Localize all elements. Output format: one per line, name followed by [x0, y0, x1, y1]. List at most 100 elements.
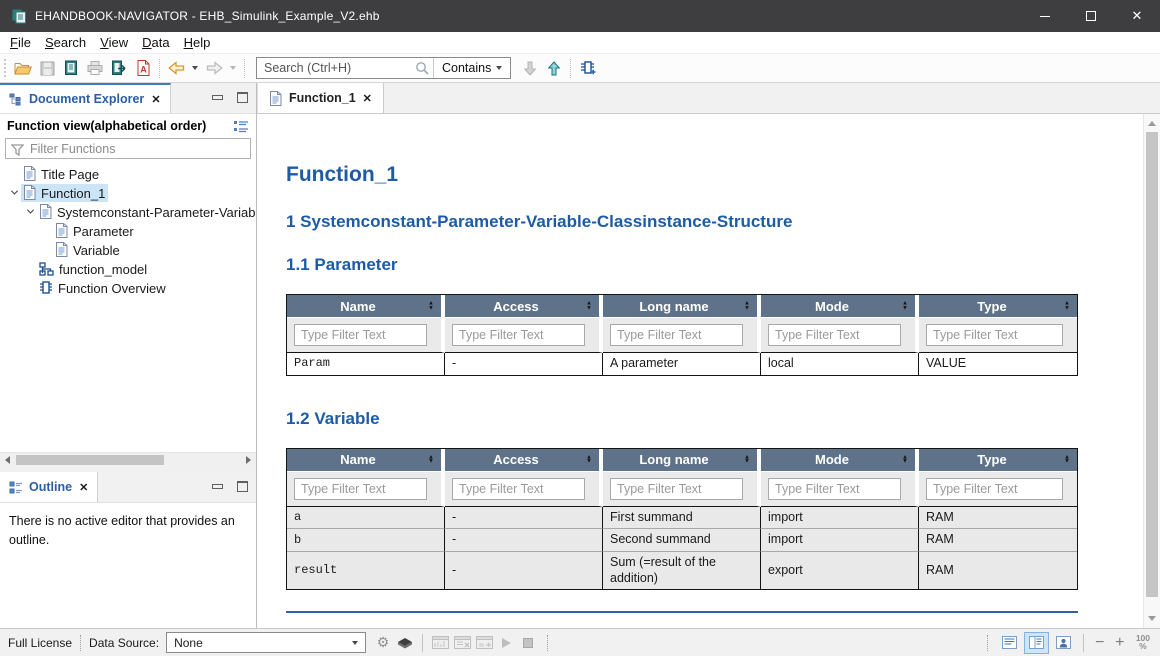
scroll-up-icon[interactable]	[1144, 116, 1160, 131]
zoom-reset-button[interactable]: 100 %	[1136, 635, 1150, 650]
calibration-window-button[interactable]	[451, 632, 473, 654]
column-header-access[interactable]: Access▲▼	[445, 295, 603, 318]
tree-item-systemconstant-parameter-variable-classi[interactable]: Systemconstant-Parameter-Variable-Classi…	[0, 202, 256, 221]
maximize-button[interactable]	[1068, 0, 1114, 32]
tree-item-title-page[interactable]: Title Page	[0, 164, 256, 183]
experiment-window-button[interactable]	[473, 632, 495, 654]
sort-icon[interactable]: ▲▼	[586, 302, 592, 311]
filter-functions-input[interactable]	[5, 138, 251, 159]
scroll-down-icon[interactable]	[1144, 611, 1160, 626]
table-row[interactable]: a-First summandimportRAM	[287, 507, 1077, 530]
minimize-panel-button[interactable]	[212, 95, 223, 100]
scrollbar-thumb[interactable]	[1146, 132, 1158, 597]
tab-function-1[interactable]: Function_1 ✕	[257, 83, 384, 113]
function-navigator-button[interactable]	[575, 56, 599, 80]
search-previous-button[interactable]	[542, 56, 566, 80]
tab-document-explorer[interactable]: Document Explorer ✕	[0, 83, 171, 113]
expand-chevron-icon[interactable]	[8, 190, 21, 195]
column-header-name[interactable]: Name▲▼	[287, 449, 445, 472]
filter-input-name[interactable]	[294, 324, 427, 346]
column-header-type[interactable]: Type▲▼	[919, 449, 1077, 472]
save-button[interactable]	[35, 56, 59, 80]
scroll-right-icon[interactable]	[241, 453, 256, 467]
data-source-settings-button[interactable]: ⚙	[372, 632, 394, 654]
column-header-mode[interactable]: Mode▲▼	[761, 295, 919, 318]
menu-item-view[interactable]: View	[93, 33, 135, 52]
search-next-button[interactable]	[518, 56, 542, 80]
zoom-out-button[interactable]: −	[1090, 634, 1110, 652]
close-button[interactable]: ✕	[1114, 0, 1160, 32]
search-input[interactable]	[257, 59, 415, 77]
scrollbar-thumb[interactable]	[16, 455, 164, 465]
sort-icon[interactable]: ▲▼	[902, 302, 908, 311]
start-measurement-button[interactable]	[495, 632, 517, 654]
export-handbook-button[interactable]	[107, 56, 131, 80]
menu-item-search[interactable]: Search	[38, 33, 93, 52]
filter-input-name[interactable]	[294, 478, 427, 500]
cell-name[interactable]: result	[287, 552, 445, 589]
sort-icon[interactable]: ▲▼	[744, 455, 750, 464]
column-header-long-name[interactable]: Long name▲▼	[603, 295, 761, 318]
sort-icon[interactable]: ▲▼	[586, 455, 592, 464]
stop-measurement-button[interactable]	[517, 632, 539, 654]
column-header-type[interactable]: Type▲▼	[919, 295, 1077, 318]
tab-outline[interactable]: Outline ✕	[0, 472, 98, 502]
view-menu-icon[interactable]	[234, 120, 249, 133]
reader-view-button[interactable]	[1051, 632, 1076, 654]
back-button[interactable]	[164, 56, 188, 80]
cell-name[interactable]: Param	[287, 353, 445, 375]
filter-input-mode[interactable]	[768, 478, 901, 500]
column-header-mode[interactable]: Mode▲▼	[761, 449, 919, 472]
expand-chevron-icon[interactable]	[24, 209, 37, 214]
filter-input-access[interactable]	[452, 478, 585, 500]
filter-input-type[interactable]	[926, 324, 1063, 346]
menu-item-file[interactable]: File	[3, 33, 38, 52]
cell-name[interactable]: b	[287, 529, 445, 552]
tree-item-function-1[interactable]: Function_1	[0, 183, 256, 202]
filter-input-access[interactable]	[452, 324, 585, 346]
export-pdf-button[interactable]: A	[131, 56, 155, 80]
sort-icon[interactable]: ▲▼	[428, 302, 434, 311]
search-mode-dropdown[interactable]: Contains	[434, 61, 510, 75]
scroll-left-icon[interactable]	[0, 453, 15, 467]
split-view-button[interactable]	[1024, 632, 1049, 654]
column-header-name[interactable]: Name▲▼	[287, 295, 445, 318]
ecu-connect-button[interactable]	[394, 632, 416, 654]
menu-item-data[interactable]: Data	[135, 33, 176, 52]
minimize-panel-button[interactable]	[212, 484, 223, 489]
cell-name[interactable]: a	[287, 507, 445, 530]
table-row[interactable]: Param-A parameterlocalVALUE	[287, 353, 1077, 375]
print-button[interactable]	[83, 56, 107, 80]
measure-window-button[interactable]	[429, 632, 451, 654]
zoom-in-button[interactable]: +	[1110, 634, 1130, 652]
close-tab-icon[interactable]: ✕	[79, 481, 88, 494]
filter-input-long-name[interactable]	[610, 324, 743, 346]
tree-item-parameter[interactable]: Parameter	[0, 221, 256, 240]
close-tab-icon[interactable]: ✕	[363, 92, 372, 105]
column-header-long-name[interactable]: Long name▲▼	[603, 449, 761, 472]
handbook-button[interactable]	[59, 56, 83, 80]
table-row[interactable]: result-Sum (=result of the addition)expo…	[287, 552, 1077, 589]
sort-icon[interactable]: ▲▼	[744, 302, 750, 311]
maximize-panel-button[interactable]	[237, 481, 248, 492]
filter-input-type[interactable]	[926, 478, 1063, 500]
minimize-button[interactable]	[1022, 0, 1068, 32]
table-row[interactable]: b-Second summandimportRAM	[287, 529, 1077, 552]
sort-icon[interactable]: ▲▼	[428, 455, 434, 464]
menu-item-help[interactable]: Help	[177, 33, 218, 52]
back-history-dropdown[interactable]	[188, 56, 202, 80]
filter-input-long-name[interactable]	[610, 478, 743, 500]
sort-icon[interactable]: ▲▼	[1064, 455, 1070, 464]
data-source-dropdown[interactable]: None	[166, 632, 366, 653]
sort-icon[interactable]: ▲▼	[1064, 302, 1070, 311]
close-tab-icon[interactable]: ✕	[151, 93, 160, 106]
horizontal-scrollbar[interactable]	[0, 452, 256, 467]
tree-item-function-model[interactable]: function_model	[0, 259, 256, 278]
forward-history-dropdown[interactable]	[226, 56, 240, 80]
single-page-view-button[interactable]	[997, 632, 1022, 654]
forward-button[interactable]	[202, 56, 226, 80]
column-header-access[interactable]: Access▲▼	[445, 449, 603, 472]
open-file-button[interactable]	[11, 56, 35, 80]
vertical-scrollbar[interactable]	[1143, 114, 1160, 628]
filter-input-mode[interactable]	[768, 324, 901, 346]
